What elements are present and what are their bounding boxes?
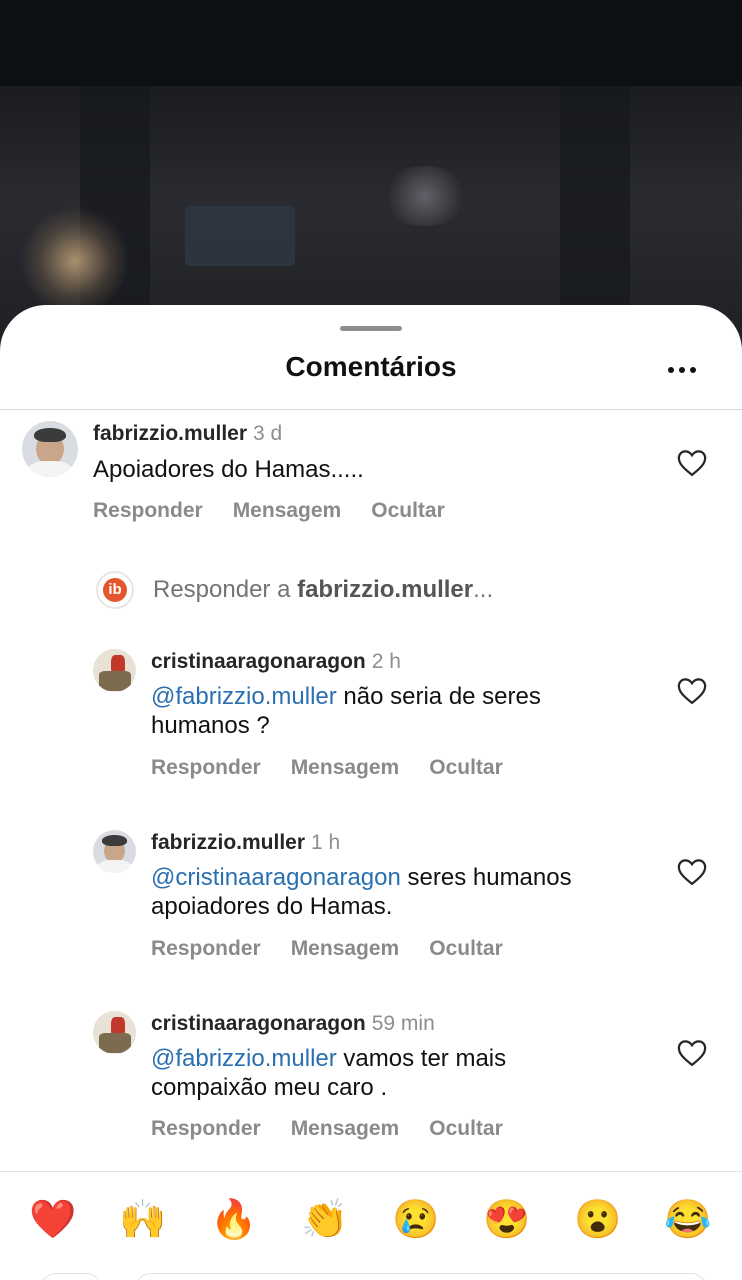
emoji-fire[interactable]: 🔥	[209, 1195, 259, 1245]
sheet-title: Comentários	[285, 351, 457, 382]
like-heart-icon[interactable]	[677, 858, 707, 886]
composer-avatar-edge	[40, 1273, 102, 1280]
message-button[interactable]: Mensagem	[291, 1117, 400, 1140]
like-heart-icon[interactable]	[677, 1039, 707, 1067]
message-button[interactable]: Mensagem	[233, 499, 342, 522]
reply-button[interactable]: Responder	[93, 499, 203, 522]
mention-link[interactable]: @fabrizzio.muller	[151, 1045, 337, 1072]
own-avatar-logo: ib	[96, 571, 134, 609]
comment-time: 3 d	[253, 422, 283, 445]
comment-username[interactable]: cristinaaragonaragon	[151, 650, 366, 673]
emoji-surprised[interactable]: 😮	[573, 1195, 623, 1245]
emoji-clapping[interactable]: 👏	[300, 1195, 350, 1245]
comment-username[interactable]: fabrizzio.muller	[151, 831, 305, 854]
hide-button[interactable]: Ocultar	[429, 1117, 503, 1140]
comment-username[interactable]: fabrizzio.muller	[93, 422, 247, 445]
emoji-crying[interactable]: 😢	[391, 1195, 441, 1245]
comment-text: Apoiadores do Hamas.....	[93, 455, 653, 484]
divider	[0, 1171, 742, 1172]
emoji-heart[interactable]: ❤️	[28, 1195, 78, 1245]
mention-link[interactable]: @fabrizzio.muller	[151, 683, 337, 710]
background-light	[20, 206, 130, 316]
hide-button[interactable]: Ocultar	[429, 937, 503, 960]
comment-time: 2 h	[371, 650, 401, 673]
comment-username[interactable]: cristinaaragonaragon	[151, 1012, 366, 1035]
reply-button[interactable]: Responder	[151, 756, 261, 779]
like-heart-icon[interactable]	[677, 449, 707, 477]
status-bar-area	[0, 0, 742, 86]
reply-button[interactable]: Responder	[151, 1117, 261, 1140]
comment-text: @fabrizzio.muller vamos ter mais compaix…	[151, 1044, 571, 1102]
reply-button[interactable]: Responder	[151, 937, 261, 960]
mention-link[interactable]: @cristinaaragonaragon	[151, 864, 401, 891]
emoji-raised-hands[interactable]: 🙌	[118, 1195, 168, 1245]
hide-button[interactable]: Ocultar	[429, 756, 503, 779]
sheet-drag-handle[interactable]	[340, 326, 402, 331]
comment-time: 1 h	[311, 831, 341, 854]
comment-time: 59 min	[371, 1012, 435, 1035]
emoji-quick-reactions: ❤️ 🙌 🔥 👏 😢 😍 😮 😂	[0, 1195, 742, 1245]
comments-sheet: Comentários fabrizzio.muller 3 d Apoiador…	[0, 305, 742, 1280]
background-sign	[185, 206, 295, 266]
more-options-icon[interactable]	[668, 367, 696, 373]
avatar[interactable]	[93, 649, 136, 692]
message-button[interactable]: Mensagem	[291, 937, 400, 960]
reply-prompt-text[interactable]: Responder a fabrizzio.muller...	[153, 576, 493, 604]
hide-button[interactable]: Ocultar	[371, 499, 445, 522]
avatar[interactable]	[93, 830, 136, 873]
message-button[interactable]: Mensagem	[291, 756, 400, 779]
avatar[interactable]	[22, 421, 78, 477]
comment-text: @cristinaaragonaragon seres humanos apoi…	[151, 863, 621, 921]
divider	[0, 409, 742, 410]
like-heart-icon[interactable]	[677, 677, 707, 705]
comment-text: @fabrizzio.muller não seria de seres hum…	[151, 682, 601, 740]
emoji-laughing[interactable]: 😂	[663, 1195, 713, 1245]
avatar[interactable]	[93, 1011, 136, 1054]
background-light	[380, 166, 470, 226]
comment-input-edge[interactable]	[135, 1273, 707, 1280]
emoji-heart-eyes[interactable]: 😍	[482, 1195, 532, 1245]
comment-body: Apoiadores do Hamas.....	[93, 456, 364, 483]
